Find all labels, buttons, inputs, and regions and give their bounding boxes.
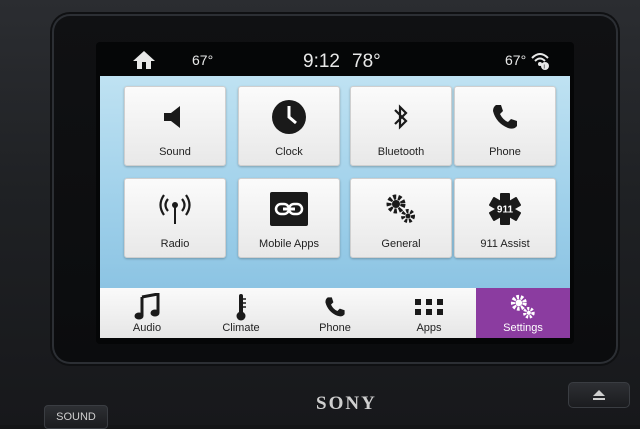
tile-label: 911 Assist [480, 238, 530, 250]
911-icon-text: 911 [497, 205, 514, 216]
dock-phone[interactable]: Phone [288, 288, 382, 338]
eject-icon [593, 390, 605, 400]
outside-temperature: 78° [352, 51, 381, 72]
bluetooth-icon [351, 97, 451, 137]
dock-audio[interactable]: Audio [100, 288, 194, 338]
dock-label: Climate [222, 322, 260, 334]
tile-phone[interactable]: Phone [454, 86, 556, 166]
thermometer-icon [194, 292, 288, 322]
brand-logo: SONY [316, 393, 377, 414]
music-note-icon [100, 292, 194, 322]
clock-time: 9:12 [303, 51, 340, 72]
phone-icon [288, 292, 382, 322]
status-bar: 67° 9:12 78° 67° i [96, 42, 574, 76]
tile-label: Mobile Apps [259, 238, 319, 250]
911-star-of-life-icon: 911 [455, 189, 555, 229]
svg-text:i: i [544, 65, 545, 71]
dock-settings[interactable]: Settings [476, 288, 570, 338]
tile-label: Bluetooth [377, 146, 425, 158]
dock-label: Audio [132, 322, 162, 334]
dock-climate[interactable]: Climate [194, 288, 288, 338]
link-icon [239, 189, 339, 229]
dock-label: Settings [503, 322, 543, 334]
touch-screen: 67° 9:12 78° 67° i Sound Clock Bluetooth… [96, 42, 574, 344]
tile-label: General [381, 238, 421, 250]
dock-label: Apps [416, 322, 442, 334]
tile-clock[interactable]: Clock [238, 86, 340, 166]
gears-icon [351, 189, 451, 229]
tile-sound[interactable]: Sound [124, 86, 226, 166]
tile-general[interactable]: General [350, 178, 452, 258]
wifi-icon: i [531, 53, 549, 71]
tile-radio[interactable]: Radio [124, 178, 226, 258]
settings-gears-icon [476, 292, 570, 322]
clock-icon [239, 97, 339, 137]
sound-button[interactable]: SOUND [44, 405, 108, 429]
dock-label: Phone [319, 322, 351, 334]
tile-label: Phone [489, 146, 521, 158]
bottom-dock: Audio Climate Phone Apps Settings [100, 288, 570, 338]
eject-button[interactable] [568, 382, 630, 408]
tile-label: Sound [159, 146, 191, 158]
tile-bluetooth[interactable]: Bluetooth [350, 86, 452, 166]
tile-label: Clock [275, 146, 303, 158]
home-icon[interactable] [132, 50, 156, 70]
apps-grid-icon [382, 292, 476, 322]
tile-911-assist[interactable]: 911 911 Assist [454, 178, 556, 258]
inside-temperature: 67° [192, 52, 214, 68]
settings-panel: Sound Clock Bluetooth Phone Radio Mobile… [100, 76, 570, 316]
speaker-icon [125, 97, 225, 137]
tile-label: Radio [160, 238, 190, 250]
phone-icon [455, 97, 555, 137]
dock-apps[interactable]: Apps [382, 288, 476, 338]
tile-mobile-apps[interactable]: Mobile Apps [238, 178, 340, 258]
radio-antenna-icon [125, 189, 225, 229]
passenger-temperature: 67° [505, 52, 527, 68]
